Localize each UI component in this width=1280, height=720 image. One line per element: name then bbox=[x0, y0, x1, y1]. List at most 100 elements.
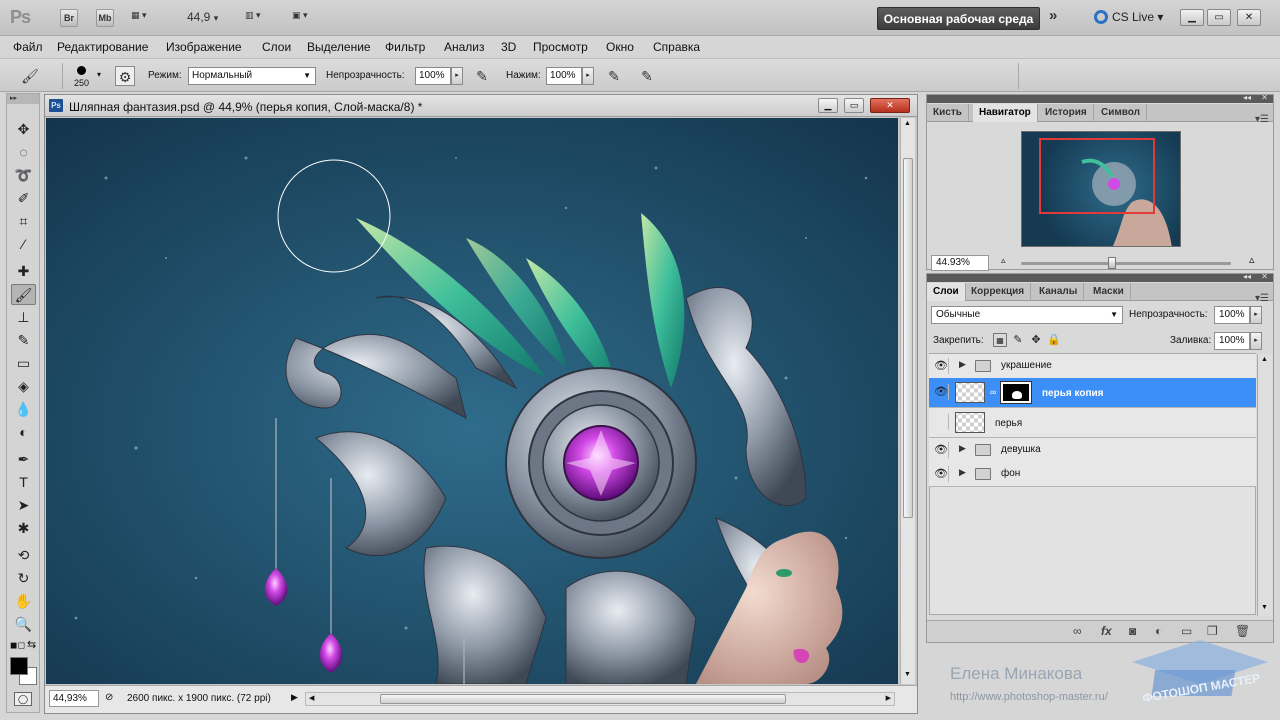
tab-history[interactable]: История bbox=[1039, 104, 1094, 122]
history-brush-tool-icon[interactable]: ✎ bbox=[11, 330, 36, 351]
navigator-zoom-input[interactable]: 44.93% bbox=[931, 255, 989, 271]
vertical-scroll-thumb[interactable] bbox=[903, 158, 913, 518]
expand-group-icon[interactable]: ▶ bbox=[959, 359, 966, 370]
pen-tool-icon[interactable]: ✒ bbox=[11, 449, 36, 470]
lock-position-icon[interactable]: ✥ bbox=[1029, 333, 1043, 347]
close-layers-group-icon[interactable]: ✕ bbox=[1261, 272, 1268, 281]
brush-panel-toggle-icon[interactable]: ⚙ bbox=[115, 66, 135, 86]
mini-bridge-button[interactable]: Mb bbox=[96, 9, 114, 27]
fill-slider-button[interactable]: ▸ bbox=[1250, 332, 1262, 350]
pressure-opacity-icon[interactable]: ✎ bbox=[472, 66, 492, 86]
tab-navigator[interactable]: Навигатор bbox=[973, 104, 1038, 122]
brush-preset-icon[interactable]: 🖌 bbox=[20, 66, 40, 86]
lasso-tool-icon[interactable]: ➰ bbox=[11, 165, 36, 186]
layers-panel-menu-icon[interactable]: ▾☰ bbox=[1255, 293, 1269, 304]
screen-mode-dropdown[interactable]: ▣ ▾ bbox=[292, 10, 308, 21]
layer-thumbnail[interactable] bbox=[955, 412, 985, 433]
maximize-doc-button[interactable]: ▭ bbox=[844, 98, 864, 113]
layer-visibility-toggle[interactable]: 👁 bbox=[932, 442, 949, 458]
menu-help[interactable]: Справка bbox=[653, 40, 700, 54]
layers-scroll-down-icon[interactable]: ▼ bbox=[1261, 604, 1268, 611]
fill-input[interactable]: 100% bbox=[1214, 332, 1250, 350]
layer-row-perya-kopiya[interactable]: 👁 ∞ перья копия bbox=[929, 378, 1256, 408]
mode-select[interactable]: Нормальный ▼ bbox=[188, 67, 316, 85]
cs-live-menu[interactable]: CS Live ▾ bbox=[1094, 10, 1163, 24]
shape-tool-icon[interactable]: ✱ bbox=[11, 518, 36, 539]
zoom-level[interactable]: 44,9 ▾ bbox=[187, 10, 218, 24]
menu-layers[interactable]: Слои bbox=[262, 40, 291, 54]
horizontal-scrollbar[interactable]: ◀ ▶ bbox=[305, 692, 895, 706]
menu-view[interactable]: Просмотр bbox=[533, 40, 588, 54]
foreground-color-swatch[interactable] bbox=[10, 657, 28, 675]
lock-transparent-icon[interactable]: ▦ bbox=[993, 333, 1007, 347]
document-title-bar[interactable]: Ps Шляпная фантазия.psd @ 44,9% (перья к… bbox=[45, 95, 917, 117]
expand-group-icon[interactable]: ▶ bbox=[959, 443, 966, 454]
layer-thumbnail[interactable] bbox=[955, 382, 985, 403]
healing-brush-tool-icon[interactable]: ✚ bbox=[11, 261, 36, 282]
close-panel-group-icon[interactable]: ✕ bbox=[1261, 93, 1268, 102]
image-canvas[interactable] bbox=[46, 118, 898, 684]
opacity-slider-button[interactable]: ▸ bbox=[451, 67, 463, 85]
navigator-preview[interactable] bbox=[1021, 131, 1181, 247]
tab-masks[interactable]: Маски bbox=[1087, 283, 1131, 301]
hand-tool-icon[interactable]: ✋ bbox=[11, 591, 36, 612]
layer-row-fon[interactable]: 👁 ▶ фон bbox=[929, 462, 1256, 487]
layer-visibility-toggle[interactable]: 👁 bbox=[932, 358, 949, 374]
menu-file[interactable]: Файл bbox=[13, 40, 43, 54]
menu-window[interactable]: Окно bbox=[606, 40, 634, 54]
opacity-input[interactable]: 100% bbox=[415, 67, 451, 85]
lock-all-icon[interactable]: 🔒 bbox=[1047, 333, 1061, 347]
layer-row-devushka[interactable]: 👁 ▶ девушка bbox=[929, 438, 1256, 463]
tab-brush[interactable]: Кисть bbox=[927, 104, 969, 122]
brush-tool-icon[interactable]: 🖌 bbox=[11, 284, 36, 305]
status-zoom-input[interactable]: 44,93% bbox=[49, 690, 99, 707]
marquee-tool-icon[interactable]: ◌ bbox=[11, 142, 36, 163]
layer-visibility-toggle[interactable]: 👁 bbox=[932, 384, 949, 400]
layer-opacity-input[interactable]: 100% bbox=[1214, 306, 1250, 324]
layer-style-fx-icon[interactable]: fx bbox=[1101, 624, 1112, 638]
airbrush-icon[interactable]: ✎ bbox=[604, 66, 624, 86]
status-menu-arrow-icon[interactable]: ▶ bbox=[291, 692, 298, 703]
default-colors-icon[interactable]: ◼◻ bbox=[10, 640, 25, 651]
layer-mask-thumbnail[interactable] bbox=[1000, 381, 1032, 404]
navigator-zoom-knob[interactable] bbox=[1108, 257, 1116, 269]
blur-tool-icon[interactable]: 💧 bbox=[11, 399, 36, 420]
scroll-down-icon[interactable]: ▼ bbox=[904, 671, 911, 678]
tools-panel-collapse[interactable]: ▸▸ bbox=[7, 94, 39, 104]
tab-channels[interactable]: Каналы bbox=[1033, 283, 1085, 301]
layer-opacity-slider-button[interactable]: ▸ bbox=[1250, 306, 1262, 324]
workspace-switcher-button[interactable]: Основная рабочая среда bbox=[877, 7, 1040, 30]
tab-adjustments[interactable]: Коррекция bbox=[965, 283, 1032, 301]
link-layers-icon[interactable]: ∞ bbox=[1073, 624, 1082, 638]
mask-link-icon[interactable]: ∞ bbox=[990, 387, 996, 397]
collapse-layers-icon[interactable]: ◂◂ bbox=[1243, 272, 1251, 281]
paint-bucket-tool-icon[interactable]: ◈ bbox=[11, 376, 36, 397]
more-workspaces-icon[interactable]: » bbox=[1049, 7, 1057, 24]
expand-group-icon[interactable]: ▶ bbox=[959, 467, 966, 478]
tab-layers[interactable]: Слои bbox=[927, 283, 966, 301]
lock-image-icon[interactable]: ✎ bbox=[1011, 333, 1025, 347]
layer-row-ukrashenie[interactable]: 👁 ▶ украшение bbox=[929, 354, 1256, 379]
menu-select[interactable]: Выделение bbox=[307, 40, 371, 54]
view-extras-dropdown[interactable]: ▦ ▾ bbox=[131, 10, 147, 21]
clone-stamp-tool-icon[interactable]: ⊥ bbox=[11, 307, 36, 328]
bridge-button[interactable]: Br bbox=[60, 9, 78, 27]
scroll-up-icon[interactable]: ▲ bbox=[904, 120, 911, 127]
swap-colors-icon[interactable]: ⇆ bbox=[27, 638, 36, 651]
close-doc-button[interactable]: ✕ bbox=[870, 98, 910, 113]
collapse-panels-icon[interactable]: ◂◂ bbox=[1243, 93, 1251, 102]
menu-analysis[interactable]: Анализ bbox=[444, 40, 485, 54]
flow-input[interactable]: 100% bbox=[546, 67, 582, 85]
3d-rotate-tool-icon[interactable]: ⟲ bbox=[11, 545, 36, 566]
maximize-app-button[interactable]: ▭ bbox=[1207, 9, 1231, 26]
blend-mode-select[interactable]: Обычные ▼ bbox=[931, 306, 1123, 324]
type-tool-icon[interactable]: T bbox=[11, 472, 36, 493]
menu-image[interactable]: Изображение bbox=[166, 40, 242, 54]
navigator-panel-menu-icon[interactable]: ▾☰ bbox=[1255, 114, 1269, 125]
scroll-left-icon[interactable]: ◀ bbox=[309, 693, 314, 705]
horizontal-scroll-thumb[interactable] bbox=[380, 694, 786, 704]
menu-edit[interactable]: Редактирование bbox=[57, 40, 148, 54]
layers-scrollbar[interactable]: ▲ ▼ bbox=[1257, 354, 1272, 616]
layer-visibility-toggle[interactable] bbox=[932, 414, 949, 430]
brush-tip-icon[interactable] bbox=[77, 66, 86, 75]
